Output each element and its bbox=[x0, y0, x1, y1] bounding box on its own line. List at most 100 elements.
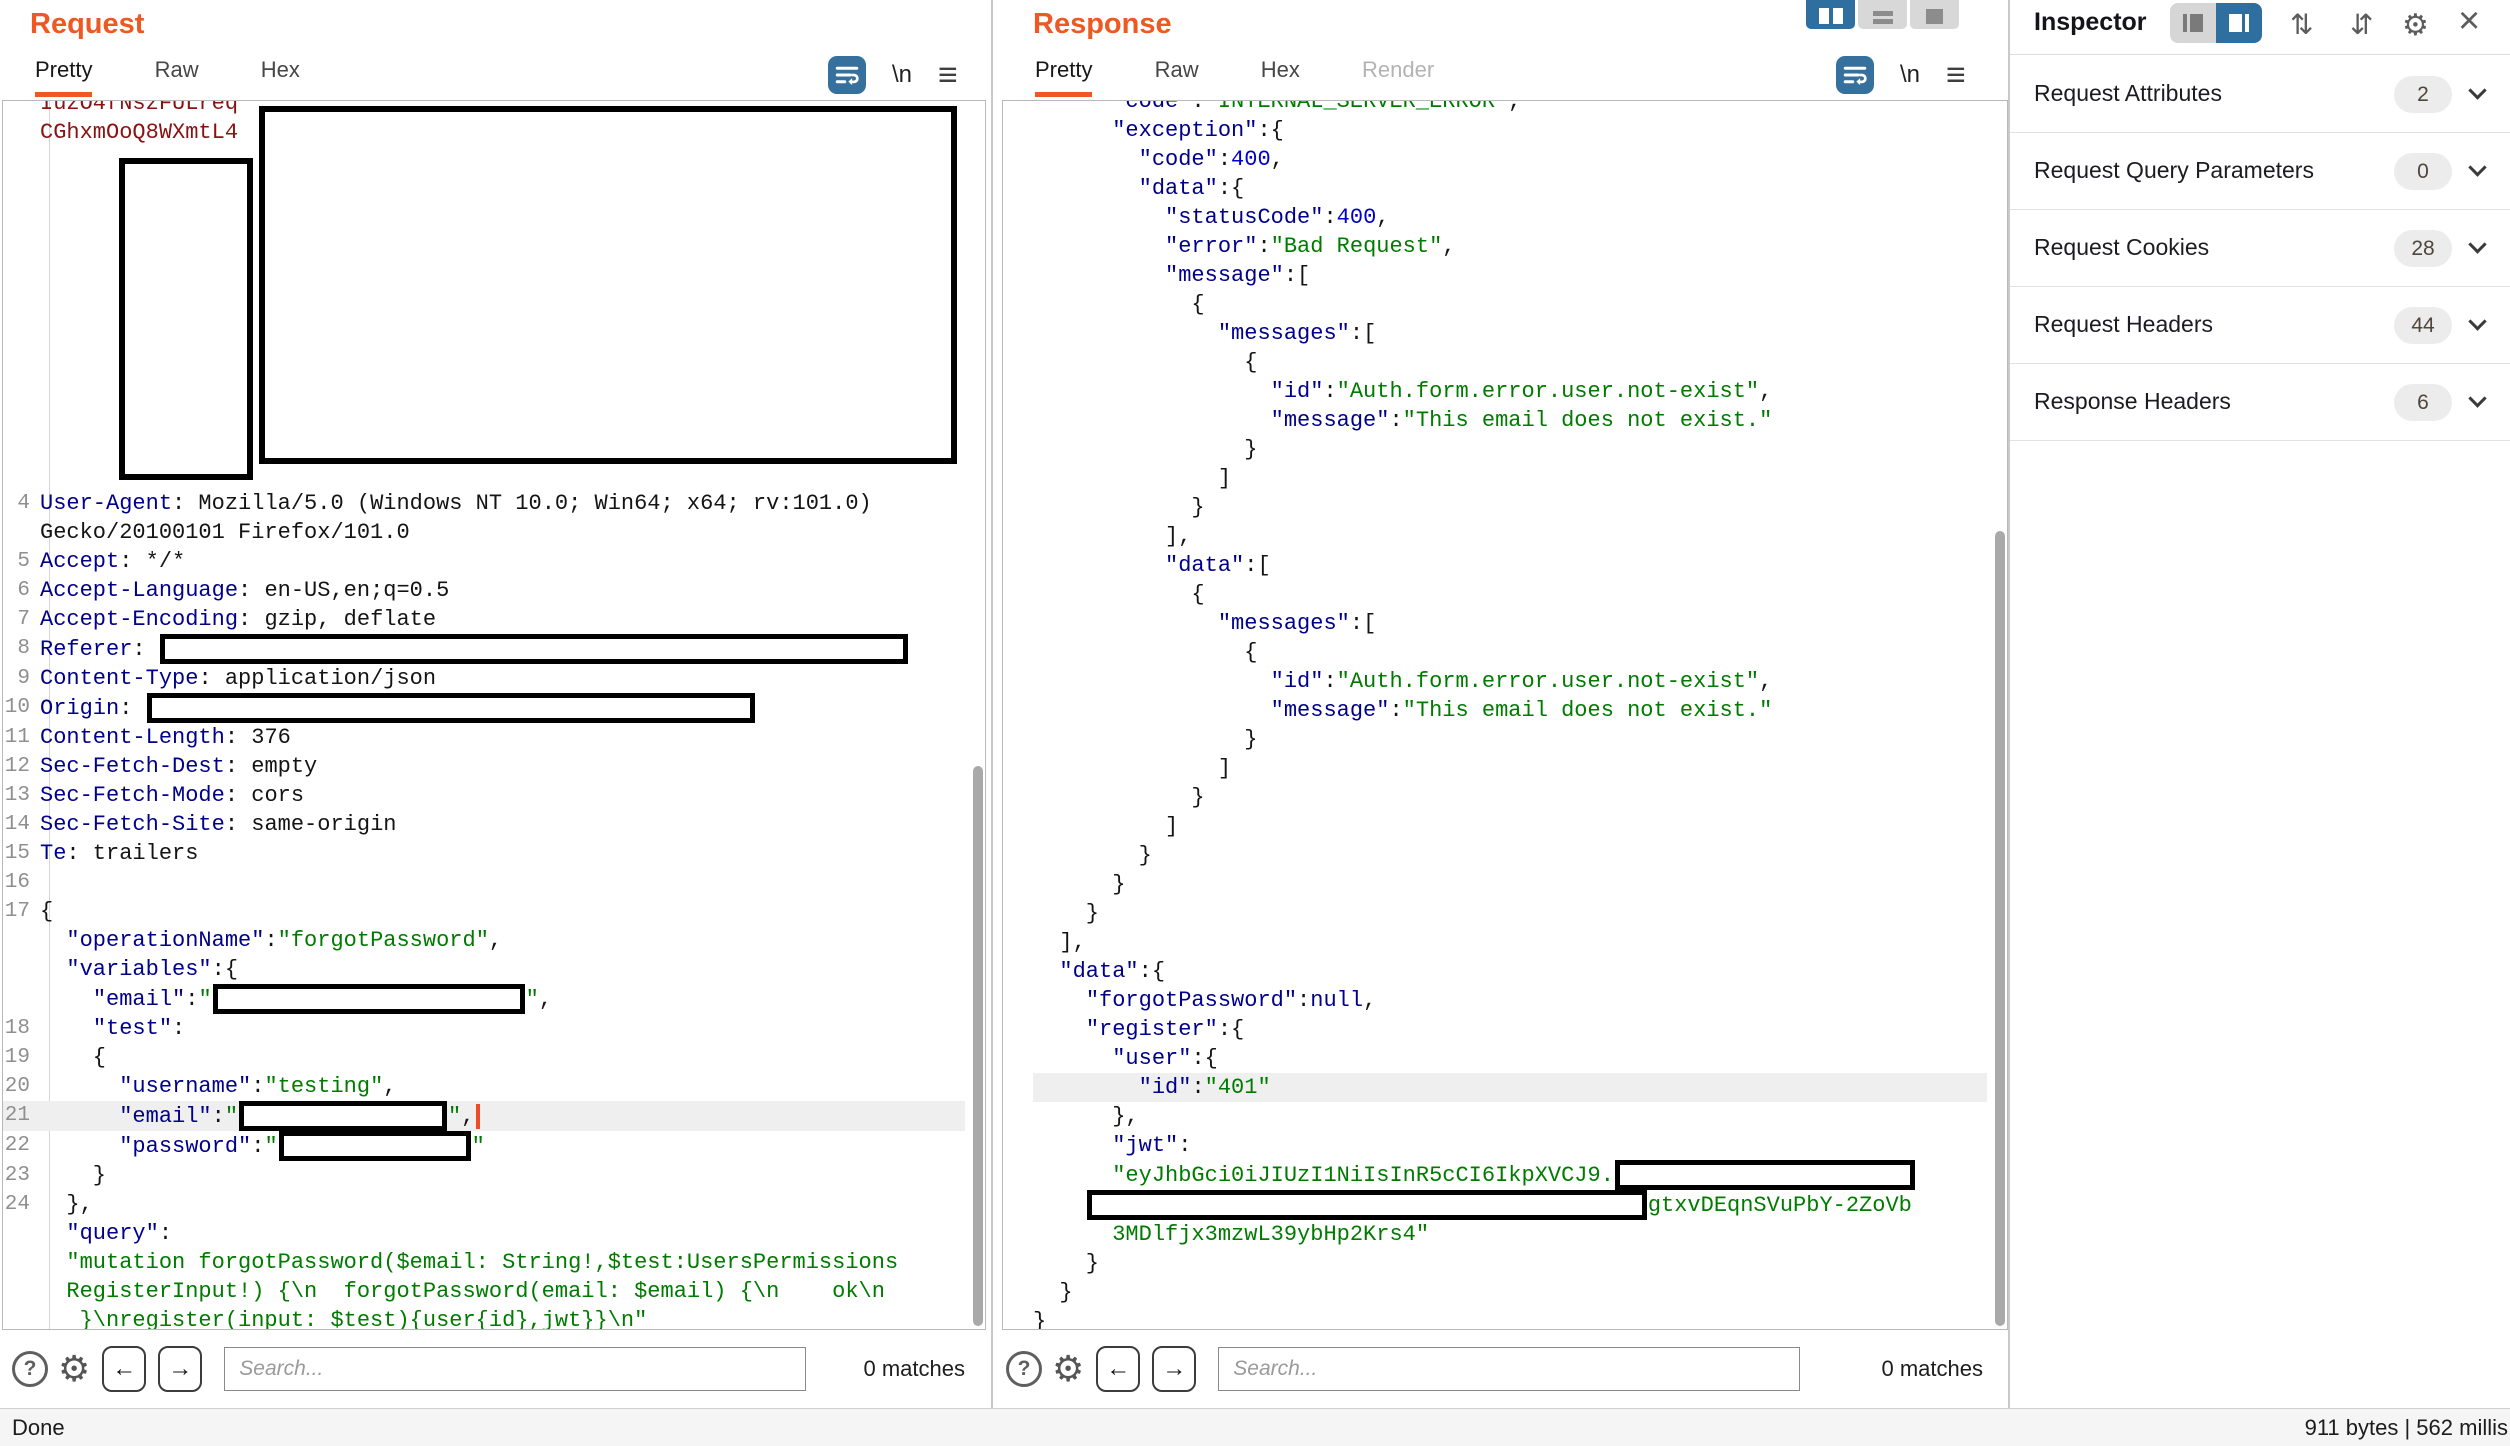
code-line[interactable]: 11Content-Length: 376 bbox=[3, 723, 965, 752]
gear-icon[interactable]: ⚙ bbox=[58, 1351, 90, 1387]
request-scrollbar[interactable] bbox=[973, 766, 983, 1326]
inspector-section-response-headers[interactable]: Response Headers 6 bbox=[2010, 364, 2510, 441]
inspector-section-request-headers[interactable]: Request Headers 44 bbox=[2010, 287, 2510, 364]
code-line[interactable]: 24 }, bbox=[3, 1190, 965, 1219]
inspector-section-request-query-parameters[interactable]: Request Query Parameters 0 bbox=[2010, 133, 2510, 210]
code-text: "username":"testing", bbox=[40, 1072, 396, 1101]
code-text: "id":"Auth.form.error.user.not-exist", bbox=[1033, 667, 1772, 696]
inspector-section-request-cookies[interactable]: Request Cookies 28 bbox=[2010, 210, 2510, 287]
panel-divider[interactable] bbox=[991, 0, 993, 1408]
code-line[interactable]: 9Content-Type: application/json bbox=[3, 664, 965, 693]
gear-icon[interactable]: ⚙ bbox=[2402, 8, 2429, 43]
code-text: { bbox=[1033, 580, 1205, 609]
code-line[interactable]: 10Origin: bbox=[3, 693, 965, 723]
next-match-button[interactable]: → bbox=[1152, 1346, 1196, 1392]
tab-pretty[interactable]: Pretty bbox=[35, 57, 92, 97]
tab-hex[interactable]: Hex bbox=[1261, 57, 1300, 92]
tab-hex[interactable]: Hex bbox=[261, 57, 300, 92]
code-line[interactable]: "query": bbox=[3, 1219, 965, 1248]
code-line: ] bbox=[1033, 754, 1987, 783]
wrap-lines-button[interactable] bbox=[828, 56, 866, 94]
code-line[interactable]: 19 { bbox=[3, 1043, 965, 1072]
help-icon[interactable]: ? bbox=[12, 1351, 48, 1387]
line-number: 13 bbox=[3, 781, 40, 810]
wrap-lines-button[interactable] bbox=[1836, 56, 1874, 94]
code-line[interactable]: "variables":{ bbox=[3, 955, 965, 984]
code-line[interactable]: 5Accept: */* bbox=[3, 547, 965, 576]
code-text: } bbox=[1033, 725, 1257, 754]
help-icon[interactable]: ? bbox=[1006, 1351, 1042, 1387]
search-input[interactable] bbox=[224, 1347, 806, 1391]
request-code-area[interactable]: IuzO4fNszFULreqCGhxmOoQ8WXmtL44User-Agen… bbox=[2, 100, 986, 1330]
line-number: 16 bbox=[3, 868, 40, 897]
code-line: } bbox=[1033, 899, 1987, 928]
code-line[interactable]: 6Accept-Language: en-US,en;q=0.5 bbox=[3, 576, 965, 605]
code-line: { bbox=[1033, 290, 1987, 319]
layout-columns-button[interactable] bbox=[1806, 0, 1855, 29]
code-line: "data":{ bbox=[1033, 957, 1987, 986]
code-text: "message":"This email does not exist." bbox=[1033, 406, 1772, 435]
layout-single-button[interactable] bbox=[1910, 0, 1959, 29]
code-line[interactable]: 20 "username":"testing", bbox=[3, 1072, 965, 1101]
tab-pretty[interactable]: Pretty bbox=[1035, 57, 1092, 97]
code-line: { bbox=[1033, 348, 1987, 377]
tab-raw[interactable]: Raw bbox=[155, 57, 199, 92]
next-match-button[interactable]: → bbox=[158, 1346, 202, 1392]
line-number: 15 bbox=[3, 839, 40, 868]
expand-all-icon[interactable]: ⇅ bbox=[2290, 8, 2313, 41]
code-line[interactable]: Gecko/20100101 Firefox/101.0 bbox=[3, 518, 965, 547]
code-line: } bbox=[1033, 1278, 1987, 1307]
code-line[interactable]: "email":"", bbox=[3, 984, 965, 1014]
code-line[interactable]: 14Sec-Fetch-Site: same-origin bbox=[3, 810, 965, 839]
inspector-section-request-attributes[interactable]: Request Attributes 2 bbox=[2010, 56, 2510, 133]
code-line[interactable]: }\nregister(input: $test){user{id},jwt}}… bbox=[3, 1306, 965, 1330]
collapse-all-icon[interactable]: ⇵ bbox=[2350, 8, 2373, 41]
newline-toggle[interactable]: \n bbox=[892, 61, 912, 89]
code-line[interactable]: "operationName":"forgotPassword", bbox=[3, 926, 965, 955]
code-text: Content-Length: 376 bbox=[40, 723, 291, 752]
request-panel-title: Request bbox=[30, 8, 144, 41]
count-badge: 2 bbox=[2394, 76, 2452, 113]
code-text: Sec-Fetch-Site: same-origin bbox=[40, 810, 396, 839]
code-line[interactable]: RegisterInput!) {\n forgotPassword(email… bbox=[3, 1277, 965, 1306]
gear-icon[interactable]: ⚙ bbox=[1052, 1351, 1084, 1387]
previous-match-button[interactable]: ← bbox=[1096, 1346, 1140, 1392]
code-line[interactable]: 23 } bbox=[3, 1161, 965, 1190]
code-line[interactable]: 12Sec-Fetch-Dest: empty bbox=[3, 752, 965, 781]
code-line[interactable]: 4User-Agent: Mozilla/5.0 (Windows NT 10.… bbox=[3, 489, 965, 518]
code-line[interactable]: 22 "password":"" bbox=[3, 1131, 965, 1161]
menu-icon[interactable]: ≡ bbox=[938, 58, 958, 92]
code-line[interactable]: 18 "test": bbox=[3, 1014, 965, 1043]
code-line: } bbox=[1033, 1249, 1987, 1278]
inspector-layout-toggle bbox=[2170, 3, 2262, 43]
newline-toggle[interactable]: \n bbox=[1900, 61, 1920, 89]
code-text: } bbox=[1033, 1249, 1099, 1278]
code-line[interactable]: 13Sec-Fetch-Mode: cors bbox=[3, 781, 965, 810]
line-number: 17 bbox=[3, 897, 40, 926]
code-line-highlighted[interactable]: 21 "email":"", bbox=[3, 1101, 965, 1131]
search-input[interactable] bbox=[1218, 1347, 1800, 1391]
tab-render[interactable]: Render bbox=[1362, 57, 1434, 92]
redaction-box bbox=[213, 984, 525, 1014]
tab-raw[interactable]: Raw bbox=[1155, 57, 1199, 92]
response-code-area[interactable]: "code":"INTERNAL_SERVER_ERROR", "excepti… bbox=[1002, 100, 2008, 1330]
code-text: } bbox=[1033, 841, 1152, 870]
code-line[interactable]: 7Accept-Encoding: gzip, deflate bbox=[3, 605, 965, 634]
code-text: "exception":{ bbox=[1033, 116, 1284, 145]
code-line[interactable]: 15Te: trailers bbox=[3, 839, 965, 868]
layout-rows-button[interactable] bbox=[1858, 0, 1907, 29]
dock-left-button[interactable] bbox=[2170, 3, 2216, 43]
code-text: CGhxmOoQ8WXmtL4 bbox=[40, 118, 238, 147]
code-line[interactable]: 8Referer: bbox=[3, 634, 965, 664]
previous-match-button[interactable]: ← bbox=[102, 1346, 146, 1392]
redaction-box bbox=[279, 1131, 471, 1161]
dock-right-button[interactable] bbox=[2216, 3, 2262, 43]
line-number bbox=[3, 926, 40, 955]
menu-icon[interactable]: ≡ bbox=[1946, 58, 1966, 92]
code-line[interactable]: "mutation forgotPassword($email: String!… bbox=[3, 1248, 965, 1277]
code-line[interactable]: 17{ bbox=[3, 897, 965, 926]
response-scrollbar[interactable] bbox=[1995, 531, 2005, 1326]
close-icon[interactable]: × bbox=[2458, 0, 2480, 43]
code-text: { bbox=[1033, 348, 1257, 377]
code-line[interactable]: 16 bbox=[3, 868, 965, 897]
